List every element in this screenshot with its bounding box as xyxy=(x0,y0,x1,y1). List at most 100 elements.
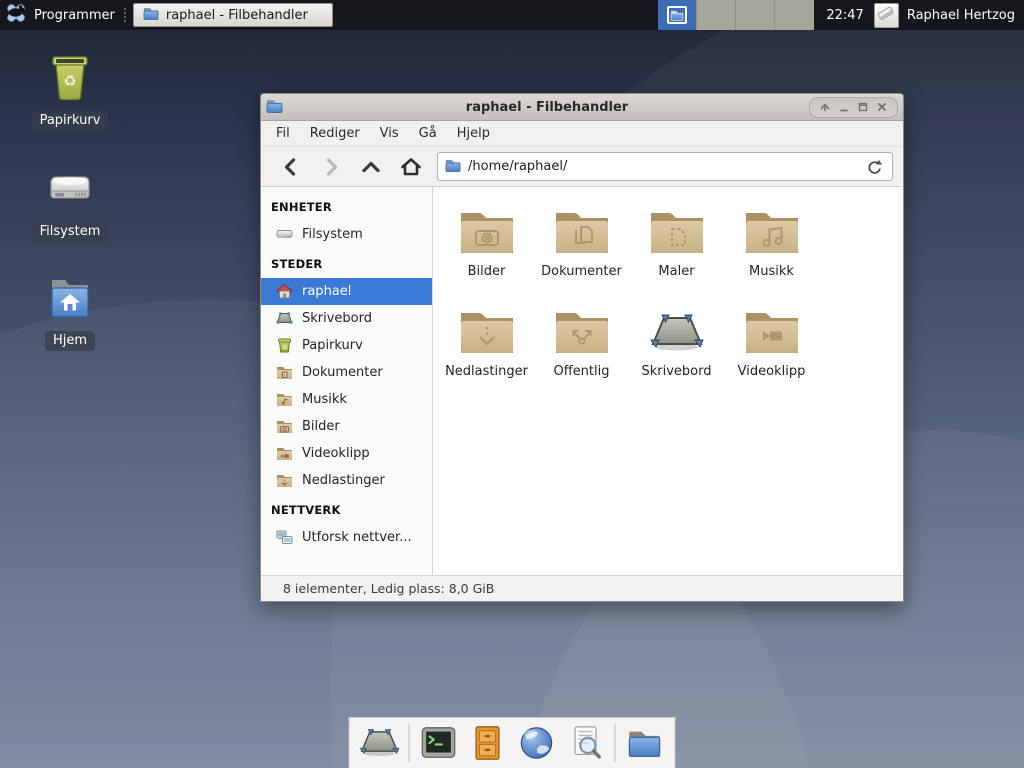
folder-documents-icon xyxy=(555,206,609,256)
sidebar-item-filesystem[interactable]: Filsystem xyxy=(261,221,432,248)
home-button[interactable] xyxy=(391,152,431,182)
svg-text:♻: ♻ xyxy=(63,72,76,90)
file-label: Videoklipp xyxy=(738,364,806,379)
menu-edit[interactable]: Rediger xyxy=(300,121,370,146)
panel-clock[interactable]: 22:47 xyxy=(826,8,863,23)
toolbar: /home/raphael/ xyxy=(261,147,903,187)
minimize-button[interactable] xyxy=(836,99,852,115)
shade-button[interactable] xyxy=(817,99,833,115)
maximize-button[interactable] xyxy=(855,99,871,115)
sidebar-item-trash[interactable]: ♻ Papirkurv xyxy=(261,332,432,359)
applications-menu-button[interactable]: Programmer xyxy=(0,0,123,30)
menu-help[interactable]: Hjelp xyxy=(447,121,500,146)
sidebar-item-desktop[interactable]: Skrivebord xyxy=(261,305,432,332)
file-cabinet-icon[interactable] xyxy=(468,723,508,763)
file-manager-window: raphael - Filbehandler xyxy=(260,93,904,602)
window-titlebar[interactable]: raphael - Filbehandler xyxy=(261,94,903,121)
terminal-icon[interactable] xyxy=(419,723,459,763)
workspace-3[interactable] xyxy=(736,0,775,30)
forward-button[interactable] xyxy=(311,152,351,182)
close-button[interactable] xyxy=(874,99,890,115)
sidebar-item-label: Filsystem xyxy=(302,227,363,242)
desktop-icon-area: ♻ Papirkurv Filsystem xyxy=(14,52,126,351)
window-folder-icon xyxy=(143,6,159,24)
file-label: Bilder xyxy=(468,264,506,279)
folder-share-icon xyxy=(555,306,609,356)
file-label: Skrivebord xyxy=(641,364,711,379)
sidebar-item-label: Videoklipp xyxy=(302,446,370,461)
status-text: 8 ielementer, Ledig plass: 8,0 GiB xyxy=(283,581,494,596)
workspace-4[interactable] xyxy=(775,0,814,30)
folder-music-icon xyxy=(276,391,293,408)
taskbar-window-button[interactable]: raphael - Filbehandler xyxy=(133,3,333,27)
desktop-icon-label: Hjem xyxy=(45,331,95,351)
dock-separator xyxy=(409,724,410,762)
file-item-skrivebord[interactable]: Skrivebord xyxy=(629,297,724,397)
sidebar-item-label: Skrivebord xyxy=(302,311,372,326)
file-manager-body: ENHETER Filsystem STEDER xyxy=(261,187,903,575)
workspace-1[interactable] xyxy=(658,0,697,30)
file-item-maler[interactable]: Maler xyxy=(629,197,724,297)
folder-music-icon xyxy=(745,206,799,256)
path-folder-icon xyxy=(445,158,461,176)
sidebar-header-devices: ENHETER xyxy=(261,191,432,221)
sidebar-item-downloads[interactable]: Nedlastinger xyxy=(261,467,432,494)
path-bar[interactable]: /home/raphael/ xyxy=(437,152,893,181)
window-folder-icon xyxy=(266,98,283,117)
file-item-videoklipp[interactable]: Videoklipp xyxy=(724,297,819,397)
file-item-nedlastinger[interactable]: Nedlastinger xyxy=(439,297,534,397)
svg-text:♻: ♻ xyxy=(282,344,288,352)
path-text[interactable]: /home/raphael/ xyxy=(468,159,856,174)
file-item-dokumenter[interactable]: Dokumenter xyxy=(534,197,629,297)
web-browser-icon[interactable] xyxy=(517,723,557,763)
folder-downloads-icon xyxy=(460,306,514,356)
desktop-icon-trash[interactable]: ♻ Papirkurv xyxy=(14,52,126,131)
file-grid: Bilder Dokumenter xyxy=(433,187,903,575)
sidebar-item-label: Bilder xyxy=(302,419,340,434)
reload-button[interactable] xyxy=(863,156,885,178)
desktop: Programmer raphael - Filbehandler xyxy=(0,0,1024,768)
folder-pictures-icon xyxy=(276,418,293,435)
show-desktop-icon[interactable] xyxy=(360,723,400,763)
sidebar-item-label: Musikk xyxy=(302,392,347,407)
file-manager-icon[interactable] xyxy=(625,723,665,763)
back-button[interactable] xyxy=(271,152,311,182)
file-label: Dokumenter xyxy=(541,264,622,279)
file-item-offentlig[interactable]: Offentlig xyxy=(534,297,629,397)
file-label: Maler xyxy=(658,264,694,279)
up-button[interactable] xyxy=(351,152,391,182)
user-session-button[interactable] xyxy=(874,3,899,28)
menubar: Fil Rediger Vis Gå Hjelp xyxy=(261,121,903,147)
applications-menu-label: Programmer xyxy=(34,8,115,23)
file-label: Offentlig xyxy=(554,364,610,379)
drive-icon xyxy=(46,165,94,217)
desktop-icon-label: Filsystem xyxy=(32,222,109,242)
menu-go[interactable]: Gå xyxy=(409,121,447,146)
desktop-icon-home[interactable]: Hjem xyxy=(14,276,126,351)
home-folder-icon xyxy=(46,276,94,326)
workspace-2[interactable] xyxy=(697,0,736,30)
eraser-icon xyxy=(876,3,896,27)
sidebar-item-raphael[interactable]: raphael xyxy=(261,278,432,305)
sidebar-item-pictures[interactable]: Bilder xyxy=(261,413,432,440)
file-item-bilder[interactable]: Bilder xyxy=(439,197,534,297)
user-name-label[interactable]: Raphael Hertzog xyxy=(907,8,1015,23)
folder-downloads-icon xyxy=(276,472,293,489)
window-controls xyxy=(809,97,898,118)
file-label: Musikk xyxy=(749,264,794,279)
sidebar-item-network[interactable]: Utforsk nettver... xyxy=(261,524,432,551)
sidebar-item-label: Papirkurv xyxy=(302,338,363,353)
file-item-musikk[interactable]: Musikk xyxy=(724,197,819,297)
menu-file[interactable]: Fil xyxy=(266,121,300,146)
menu-view[interactable]: Vis xyxy=(370,121,409,146)
folder-videos-icon xyxy=(745,306,799,356)
sidebar-item-videos[interactable]: Videoklipp xyxy=(261,440,432,467)
folder-pictures-icon xyxy=(460,206,514,256)
document-search-icon[interactable] xyxy=(566,723,606,763)
taskbar-window-label: raphael - Filbehandler xyxy=(166,8,308,23)
desktop-icon-filesystem[interactable]: Filsystem xyxy=(14,165,126,242)
sidebar-item-documents[interactable]: Dokumenter xyxy=(261,359,432,386)
top-panel: Programmer raphael - Filbehandler xyxy=(0,0,1024,30)
sidebar-item-music[interactable]: Musikk xyxy=(261,386,432,413)
workspace-switcher xyxy=(658,0,814,30)
